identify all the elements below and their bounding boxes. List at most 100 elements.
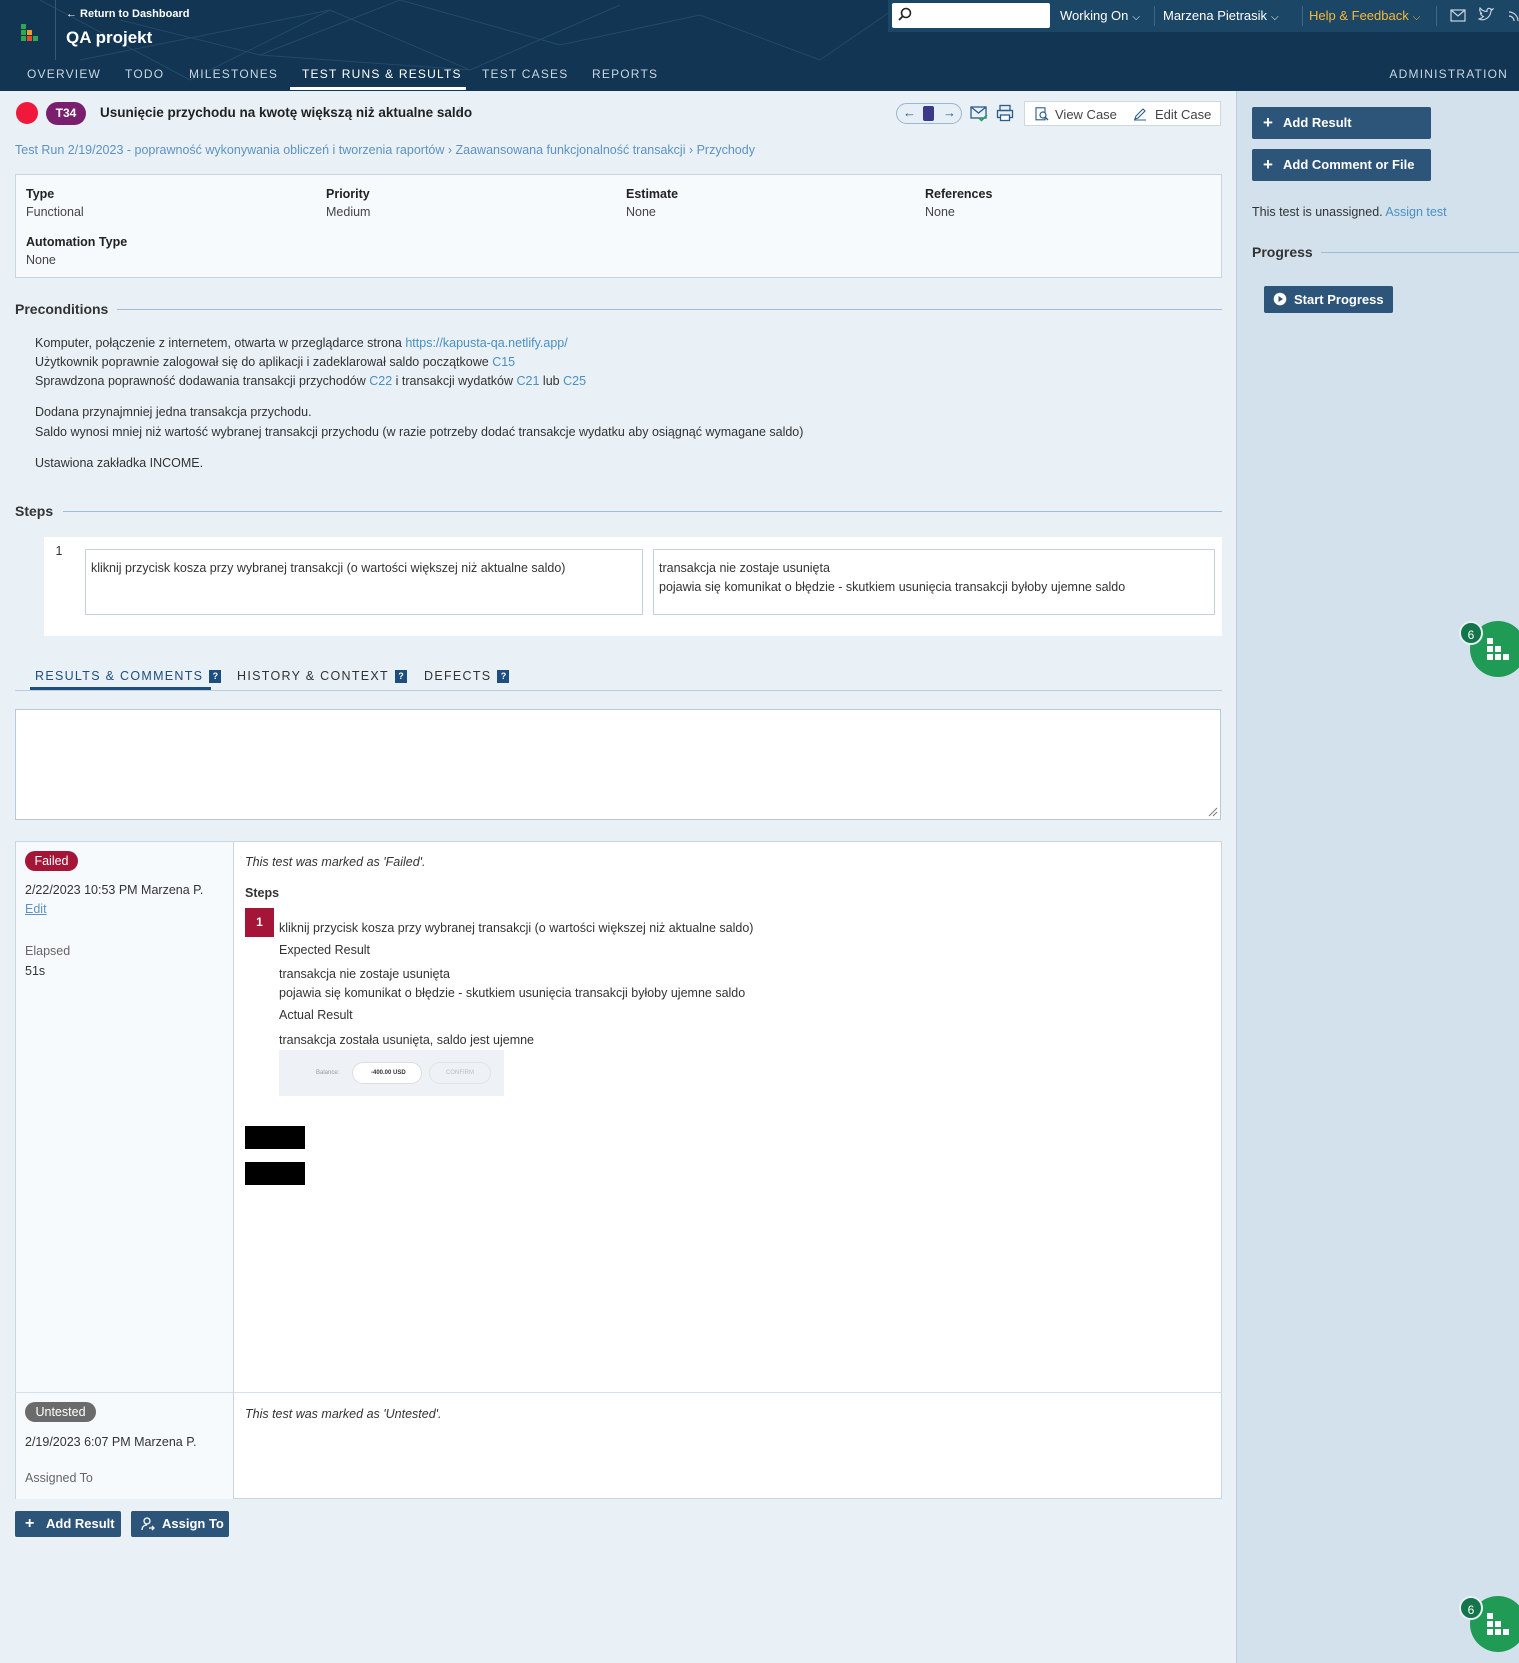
- user-menu[interactable]: Marzena Pietrasik ⌵: [1163, 8, 1279, 23]
- grid-icon: [1487, 638, 1509, 660]
- attachment-image[interactable]: [245, 1126, 305, 1149]
- divider: [1321, 252, 1519, 253]
- tab-overview[interactable]: OVERVIEW: [27, 67, 101, 81]
- breadcrumb[interactable]: Test Run 2/19/2023 - poprawność wykonywa…: [15, 143, 755, 157]
- assigned-to-label: Assigned To: [25, 1471, 93, 1485]
- button-label: Add Result: [1283, 115, 1352, 130]
- result-date-user: 2/22/2023 10:53 PM Marzena P.: [25, 883, 204, 897]
- help-icon[interactable]: ?: [395, 670, 407, 683]
- type-label: Type: [26, 187, 55, 201]
- expected-line: pojawia się komunikat o błędzie - skutki…: [279, 986, 746, 1000]
- status-badge: Failed: [25, 851, 78, 871]
- help-icon[interactable]: ?: [497, 670, 510, 683]
- help-feedback-label: Help & Feedback: [1309, 8, 1409, 23]
- tab-milestones[interactable]: MILESTONES: [189, 67, 278, 81]
- active-tab-indicator: [290, 87, 466, 90]
- result-steps-label: Steps: [245, 886, 280, 900]
- chevron-down-icon: ⌵: [1271, 12, 1279, 23]
- resize-handle-icon[interactable]: [1208, 807, 1218, 817]
- edit-icon: [1134, 108, 1146, 121]
- tab-test-runs-results[interactable]: TEST RUNS & RESULTS: [302, 67, 462, 81]
- priority-value: Medium: [326, 205, 371, 219]
- app-header: ← Return to Dashboard QA projekt Working…: [0, 0, 1519, 91]
- tab-results-comments[interactable]: RESULTS & COMMENTS?: [35, 669, 222, 683]
- start-progress-button[interactable]: Start Progress: [1264, 286, 1393, 313]
- comment-input[interactable]: [15, 709, 1221, 820]
- project-title: QA projekt: [66, 28, 153, 47]
- tab-administration[interactable]: ADMINISTRATION: [1389, 67, 1508, 81]
- precondition-line: Ustawiona zakładka INCOME.: [35, 456, 204, 470]
- mail-icon[interactable]: [1450, 9, 1466, 22]
- view-case-button[interactable]: View Case: [1055, 107, 1117, 122]
- precondition-text: Użytkownik poprawnie zalogował się do ap…: [35, 355, 493, 369]
- search-input[interactable]: [892, 3, 1050, 28]
- estimate-value: None: [626, 205, 656, 219]
- automation-type-value: None: [26, 253, 56, 267]
- button-label: Assign To: [162, 1516, 224, 1531]
- case-link-c21[interactable]: C21: [517, 374, 540, 388]
- case-info-box: Type Functional Priority Medium Estimate…: [15, 174, 1222, 278]
- result-message: This test was marked as 'Untested'.: [245, 1407, 442, 1421]
- assign-test-link[interactable]: Assign test: [1385, 205, 1446, 219]
- logo-icon: [21, 24, 39, 42]
- case-link-c25[interactable]: C25: [563, 374, 586, 388]
- sidebar-add-result-button[interactable]: + Add Result: [1252, 107, 1431, 139]
- arrow-down-icon[interactable]: ↓: [457, 102, 463, 116]
- step-action: kliknij przycisk kosza przy wybranej tra…: [85, 549, 643, 615]
- precondition-line: Sprawdzona poprawność dodawania transakc…: [35, 374, 586, 388]
- button-label: Start Progress: [1294, 292, 1384, 307]
- step-expected: transakcja nie zostaje usunięta pojawia s…: [653, 549, 1215, 615]
- case-link-c15[interactable]: C15: [492, 355, 515, 369]
- tab-defects[interactable]: DEFECTS?: [424, 669, 510, 683]
- tab-todo[interactable]: TODO: [125, 67, 164, 81]
- plus-icon: +: [1263, 155, 1273, 174]
- precondition-text: Komputer, połączenie z internetem, otwar…: [35, 336, 406, 350]
- logo[interactable]: [0, 0, 56, 60]
- divider: [15, 690, 1222, 691]
- help-feedback-menu[interactable]: Help & Feedback ⌵: [1309, 8, 1420, 23]
- bookmark-icon[interactable]: [923, 106, 934, 121]
- add-comment-button[interactable]: + Add Comment or File: [1252, 149, 1431, 181]
- tab-label: RESULTS & COMMENTS: [35, 669, 204, 683]
- divider: [1154, 6, 1155, 26]
- right-sidebar: + Add Result + Add Comment or File This …: [1236, 91, 1519, 1663]
- tab-reports[interactable]: REPORTS: [592, 67, 658, 81]
- button-label: Add Comment or File: [1283, 157, 1415, 172]
- assign-to-button[interactable]: Assign To: [131, 1511, 229, 1537]
- email-check-icon[interactable]: [970, 104, 988, 122]
- working-on-menu[interactable]: Working On ⌵: [1060, 8, 1140, 23]
- attachment-image[interactable]: [245, 1162, 305, 1185]
- return-to-dashboard-link[interactable]: ← Return to Dashboard: [66, 8, 189, 20]
- arrow-right-icon[interactable]: →: [943, 105, 956, 120]
- tab-label: HISTORY & CONTEXT: [237, 669, 389, 683]
- edit-result-link[interactable]: Edit: [25, 902, 47, 916]
- print-icon[interactable]: [996, 104, 1014, 122]
- twitter-icon[interactable]: [1478, 7, 1494, 22]
- precondition-line: Saldo wynosi mniej niż wartość wybranej …: [35, 425, 804, 439]
- expected-line: transakcja nie zostaje usunięta: [279, 967, 450, 981]
- help-icon[interactable]: ?: [209, 670, 222, 683]
- divider: [1436, 6, 1437, 26]
- assignment-status: This test is unassigned. Assign test: [1252, 205, 1447, 219]
- notification-count: 6: [1459, 1596, 1483, 1620]
- tab-label: DEFECTS: [424, 669, 492, 683]
- divider: [117, 309, 1222, 310]
- rss-icon[interactable]: [1508, 8, 1519, 22]
- edit-case-button[interactable]: Edit Case: [1155, 107, 1211, 122]
- chevron-down-icon: ⌵: [1132, 12, 1140, 23]
- active-tab-indicator: [30, 687, 211, 690]
- case-link-c22[interactable]: C22: [369, 374, 392, 388]
- steps-heading: Steps: [15, 503, 54, 519]
- add-result-button[interactable]: + Add Result: [15, 1511, 121, 1537]
- plus-icon: +: [25, 1515, 35, 1532]
- tab-history-context[interactable]: HISTORY & CONTEXT?: [237, 669, 407, 683]
- estimate-label: Estimate: [626, 187, 679, 201]
- step-number: 1: [44, 537, 74, 567]
- app-url-link[interactable]: https://kapusta-qa.netlify.app/: [405, 336, 567, 350]
- result-message: This test was marked as 'Failed'.: [245, 855, 426, 869]
- top-bar: Working On ⌵ Marzena Pietrasik ⌵ Help & Fe…: [888, 0, 1519, 32]
- attachment-thumbnail[interactable]: Balance: -400.00 USD CONFIRM: [279, 1050, 504, 1096]
- arrow-left-icon[interactable]: ←: [903, 105, 916, 120]
- notification-count: 6: [1459, 621, 1483, 645]
- tab-test-cases[interactable]: TEST CASES: [482, 67, 568, 81]
